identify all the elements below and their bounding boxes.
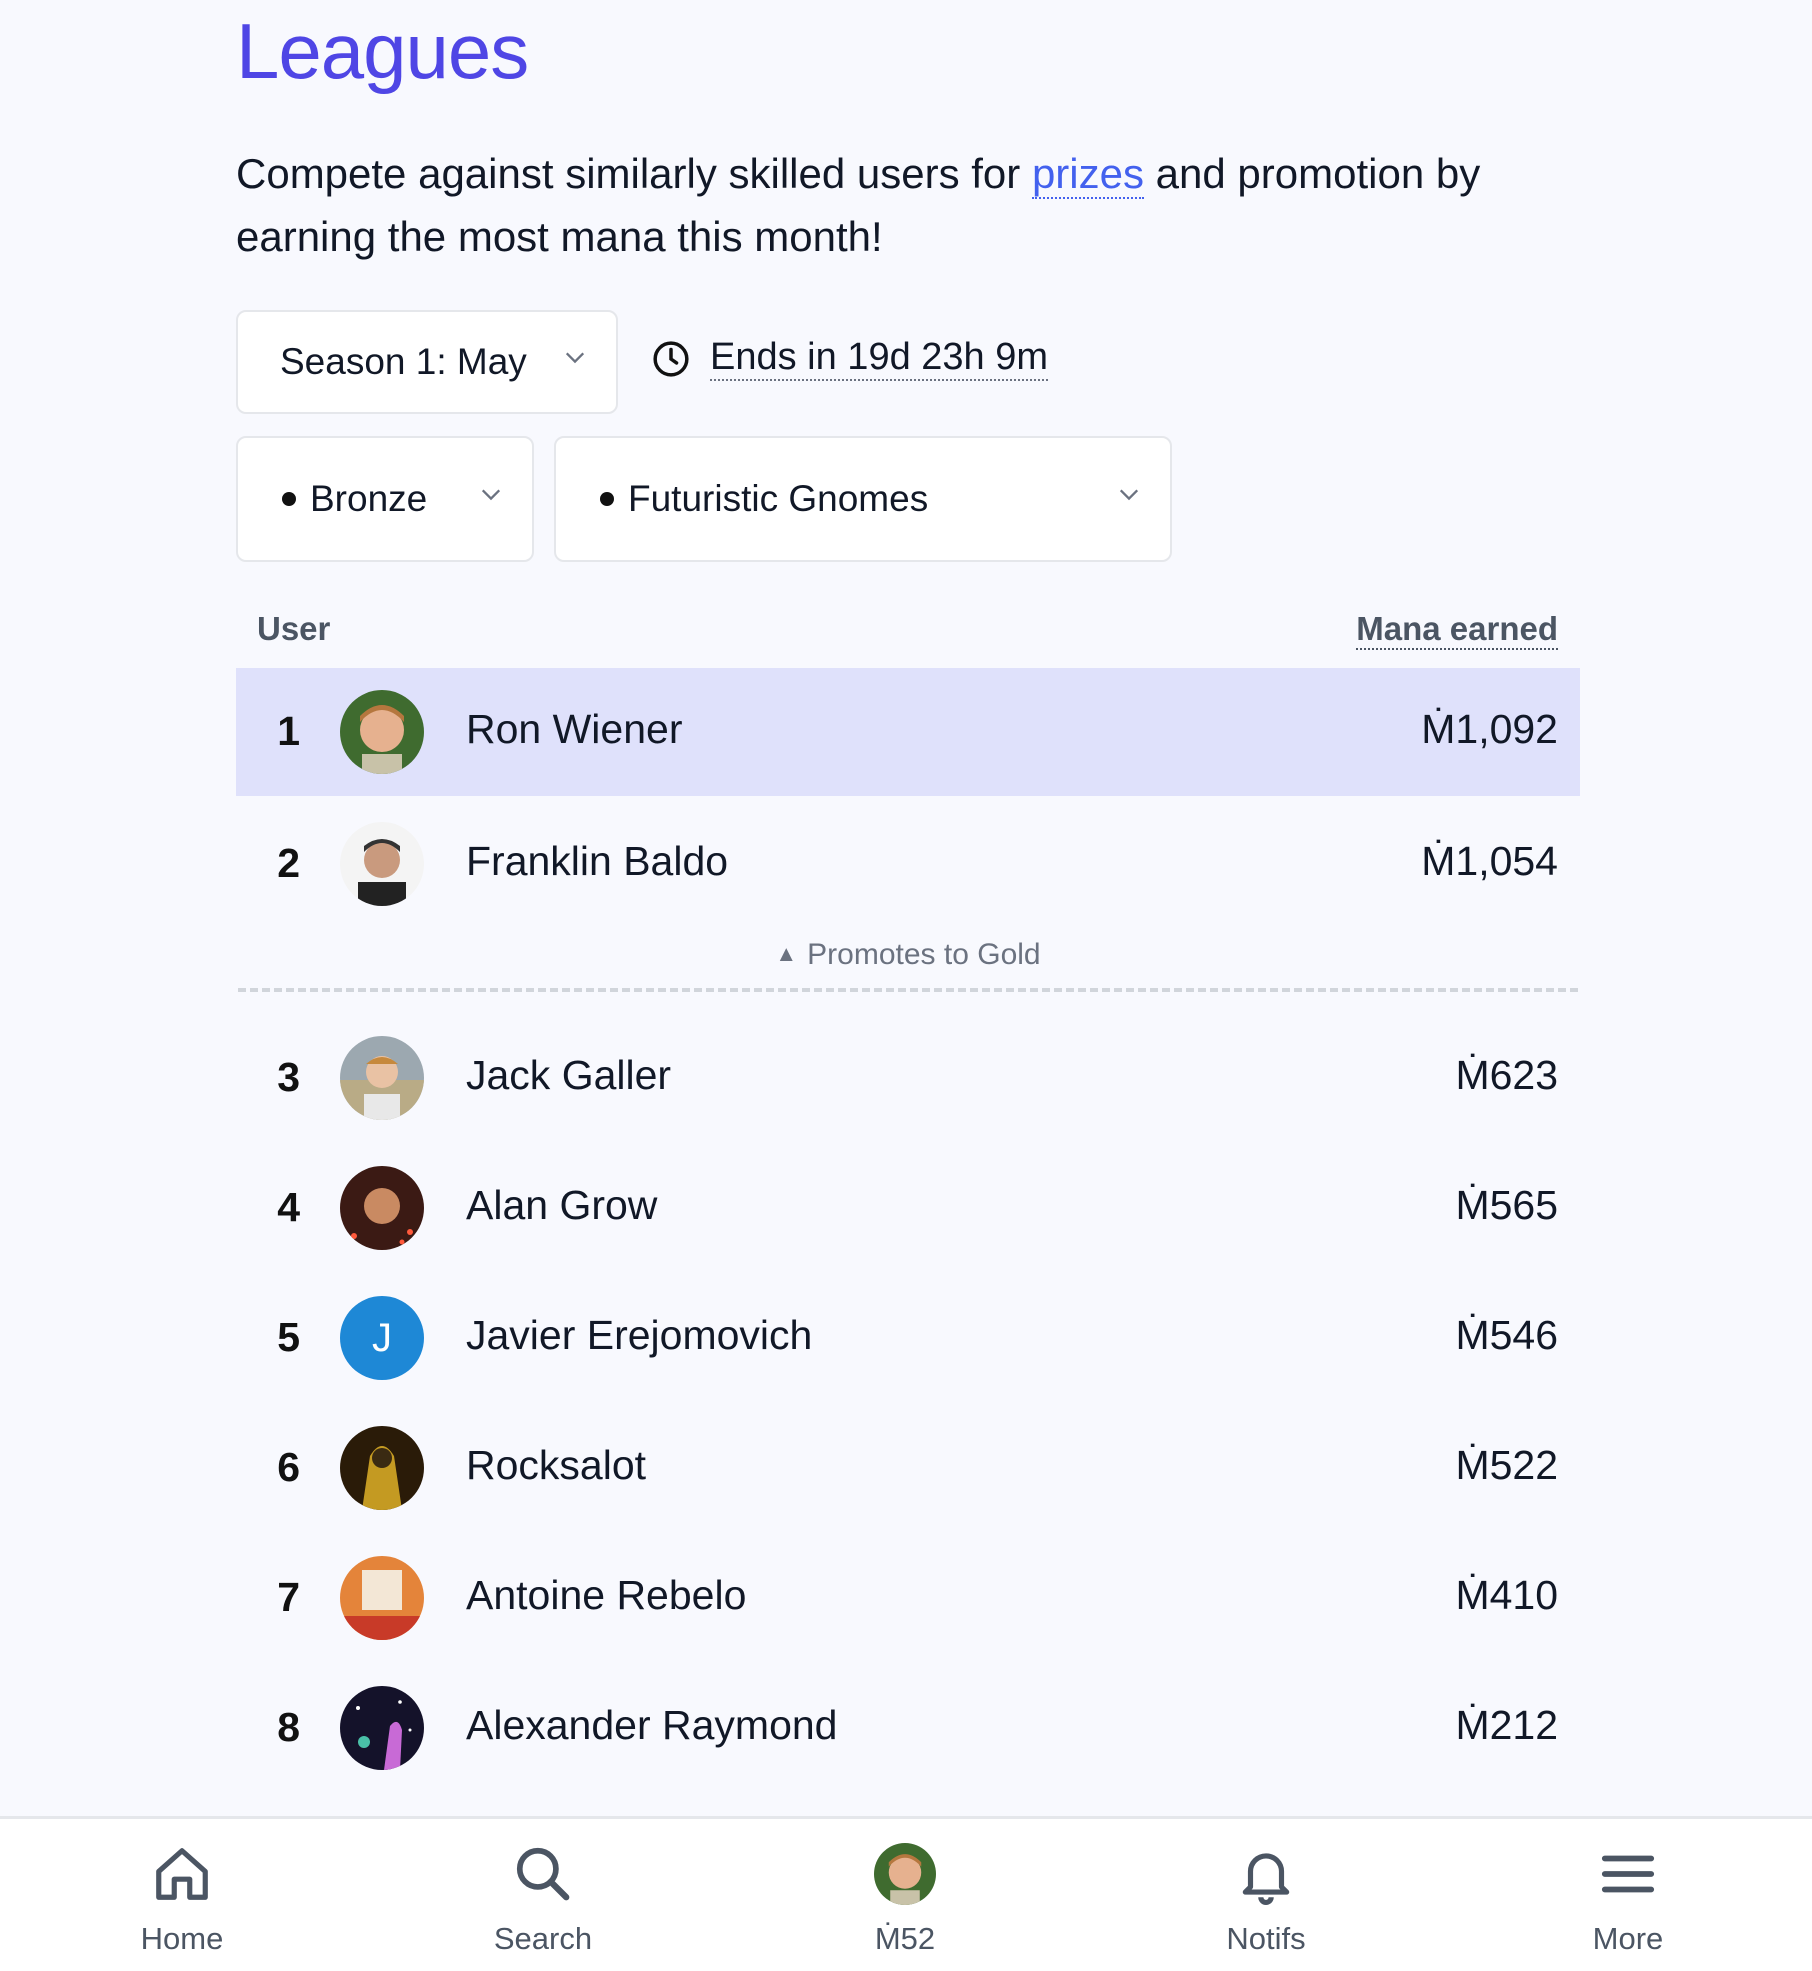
- chevron-down-icon: [1119, 489, 1139, 501]
- rank: 8: [277, 1704, 300, 1750]
- nav-search-label: Search: [493, 1921, 593, 1956]
- tier-label: Bronze: [310, 478, 428, 519]
- season-label: Season 1: May: [280, 341, 527, 382]
- tier-select[interactable]: Bronze: [236, 436, 534, 562]
- division-label: Futuristic Gnomes: [628, 478, 929, 519]
- page-description: Compete against similarly skilled users …: [236, 142, 1596, 268]
- user-name: Ron Wiener: [466, 706, 683, 752]
- nav-notifs-label: Notifs: [1226, 1921, 1306, 1956]
- mana-earned: Ṁ565: [1455, 1182, 1558, 1228]
- user-name: Jack Galler: [466, 1052, 672, 1098]
- table-row[interactable]: 6 Rocksalot Ṁ522: [236, 1404, 1580, 1532]
- avatar: [874, 1843, 936, 1905]
- nav-notifs[interactable]: Notifs: [1146, 1819, 1386, 1971]
- rank: 2: [277, 840, 300, 886]
- mana-earned: Ṁ212: [1455, 1702, 1558, 1748]
- division-select[interactable]: Futuristic Gnomes: [554, 436, 1172, 562]
- rank: 6: [277, 1444, 300, 1490]
- table-row[interactable]: 2 Franklin Baldo Ṁ1,054: [236, 800, 1580, 928]
- avatar[interactable]: J: [340, 1296, 424, 1380]
- mana-earned: Ṁ410: [1455, 1572, 1558, 1618]
- table-row[interactable]: 1 Ron Wiener Ṁ1,092: [236, 668, 1580, 796]
- avatar[interactable]: [340, 1556, 424, 1640]
- rank: 4: [277, 1184, 300, 1230]
- avatar[interactable]: [340, 1036, 424, 1120]
- season-end-timer: Ends in 19d 23h 9m: [652, 336, 1049, 381]
- tier-dot: [282, 492, 296, 506]
- rank: 1: [277, 708, 300, 754]
- rank: 3: [277, 1054, 300, 1100]
- search-icon: [516, 1847, 570, 1901]
- season-select[interactable]: Season 1: May: [236, 310, 618, 414]
- prizes-link[interactable]: prizes: [1031, 150, 1144, 199]
- chevron-down-icon: [481, 489, 501, 501]
- user-name: Rocksalot: [466, 1442, 647, 1488]
- mana-earned: Ṁ1,054: [1421, 838, 1558, 884]
- bell-icon: [1242, 1853, 1290, 1905]
- table-row[interactable]: 4 Alan Grow Ṁ565: [236, 1144, 1580, 1272]
- avatar[interactable]: [340, 1686, 424, 1770]
- rank: 5: [277, 1314, 300, 1360]
- promotion-threshold-label: ▲ Promotes to Gold: [236, 938, 1580, 972]
- nav-profile[interactable]: Ṁ52: [785, 1819, 1025, 1971]
- chevron-down-icon: [565, 352, 585, 364]
- nav-balance-label: Ṁ52: [874, 1921, 936, 1956]
- page-title: Leagues: [236, 7, 529, 95]
- description-text-before: Compete against similarly skilled users …: [236, 150, 1032, 197]
- table-row[interactable]: 7 Antoine Rebelo Ṁ410: [236, 1534, 1580, 1662]
- user-name: Alexander Raymond: [466, 1702, 838, 1748]
- avatar[interactable]: [340, 822, 424, 906]
- table-row[interactable]: 8 Alexander Raymond Ṁ212: [236, 1664, 1580, 1792]
- ends-in-text: Ends in 19d 23h 9m: [710, 336, 1049, 381]
- table-row[interactable]: 3 Jack Galler Ṁ623: [236, 1014, 1580, 1142]
- avatar[interactable]: [340, 1426, 424, 1510]
- mana-earned: Ṁ546: [1455, 1312, 1558, 1358]
- nav-more-label: More: [1592, 1921, 1664, 1956]
- triangle-up-icon: ▲: [775, 941, 798, 966]
- nav-more[interactable]: More: [1508, 1819, 1748, 1971]
- menu-icon: [1601, 1855, 1655, 1893]
- mana-earned: Ṁ1,092: [1421, 706, 1558, 752]
- avatar[interactable]: [340, 690, 424, 774]
- home-icon: [156, 1848, 208, 1900]
- rank: 7: [277, 1574, 300, 1620]
- nav-search[interactable]: Search: [423, 1819, 663, 1971]
- division-dot: [600, 492, 614, 506]
- column-mana-earned[interactable]: Mana earned: [1356, 610, 1558, 650]
- bottom-navigation: Home Search Ṁ52 Notifs More: [0, 1816, 1812, 1971]
- promotion-divider: [238, 988, 1578, 992]
- user-name: Franklin Baldo: [466, 838, 729, 884]
- table-header: User Mana earned: [236, 604, 1580, 660]
- avatar[interactable]: [340, 1166, 424, 1250]
- nav-home[interactable]: Home: [62, 1819, 302, 1971]
- mana-earned: Ṁ623: [1455, 1052, 1558, 1098]
- clock-icon: [653, 340, 689, 377]
- nav-home-label: Home: [140, 1921, 224, 1956]
- user-name: Antoine Rebelo: [466, 1572, 747, 1618]
- user-name: Alan Grow: [466, 1182, 658, 1228]
- mana-earned: Ṁ522: [1455, 1442, 1558, 1488]
- user-name: Javier Erejomovich: [466, 1312, 813, 1358]
- column-user: User: [257, 610, 331, 647]
- promote-text: Promotes to Gold: [807, 938, 1041, 971]
- table-row[interactable]: 5 J Javier Erejomovich Ṁ546: [236, 1274, 1580, 1402]
